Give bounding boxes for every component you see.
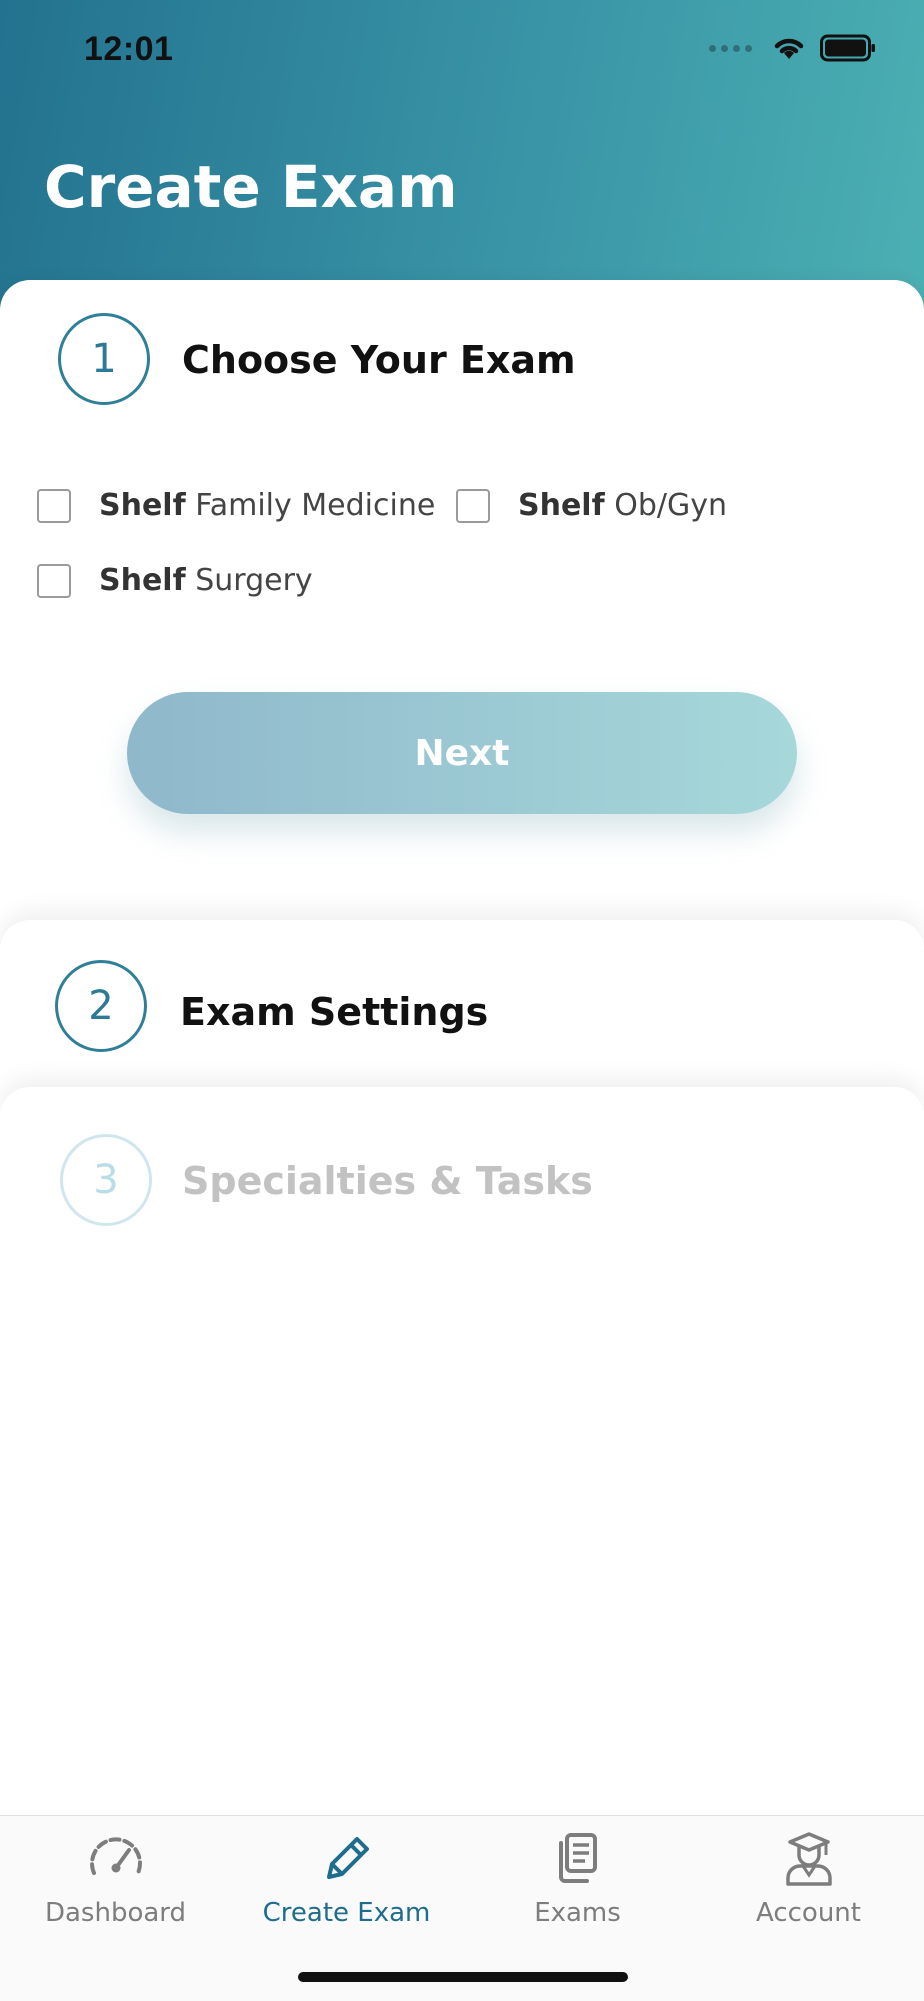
step-3-number: 3 [60,1134,152,1226]
exam-option-ob-gyn[interactable]: Shelf Ob/Gyn [456,488,727,523]
step-2-title: Exam Settings [180,990,489,1034]
step-1-card: 1 Choose Your Exam Shelf Family Medicine… [0,280,924,940]
tab-exams-label: Exams [534,1898,621,1928]
exam-option-surgery[interactable]: Shelf Surgery [37,563,313,598]
graduate-user-icon [785,1832,832,1886]
battery-icon [820,34,875,62]
home-indicator[interactable] [298,1972,628,1982]
step-3-title: Specialties & Tasks [182,1159,593,1203]
step-1-title: Choose Your Exam [182,338,576,382]
tab-exams[interactable]: Exams [462,1816,693,1946]
exam-option-prefix: Shelf [518,488,605,523]
tab-account-label: Account [756,1898,861,1928]
status-time: 12:01 [84,30,174,68]
exam-option-prefix: Shelf [99,563,186,598]
documents-icon [558,1833,597,1883]
tab-create-exam[interactable]: Create Exam [231,1816,462,1946]
exam-option-prefix: Shelf [99,488,186,523]
next-button[interactable]: Next [127,692,797,814]
exam-option-name: Family Medicine [195,488,436,523]
exam-option-name: Surgery [195,563,313,598]
exam-option-label: Shelf Surgery [99,563,313,598]
checkbox-family-medicine[interactable] [37,488,71,523]
exam-option-label: Shelf Ob/Gyn [518,488,727,523]
tab-account[interactable]: Account [693,1816,924,1946]
tab-dashboard[interactable]: Dashboard [0,1816,231,1946]
step-1-number: 1 [58,313,150,405]
tab-dashboard-label: Dashboard [44,1898,187,1928]
exam-option-family-medicine[interactable]: Shelf Family Medicine [37,488,435,523]
pencil-icon [326,1837,369,1879]
tab-create-exam-label: Create Exam [262,1898,431,1928]
page-title: Create Exam [44,153,458,221]
step-3-card[interactable]: 3 Specialties & Tasks [0,1087,924,1847]
speedometer-icon [89,1837,142,1875]
step-2-number: 2 [55,960,147,1052]
checkbox-surgery[interactable] [37,563,71,598]
signal-icon [709,44,752,52]
checkbox-ob-gyn[interactable] [456,488,490,523]
exam-option-label: Shelf Family Medicine [99,488,435,523]
status-icons [709,34,876,62]
wifi-icon [774,38,804,59]
exam-option-name: Ob/Gyn [614,488,727,523]
